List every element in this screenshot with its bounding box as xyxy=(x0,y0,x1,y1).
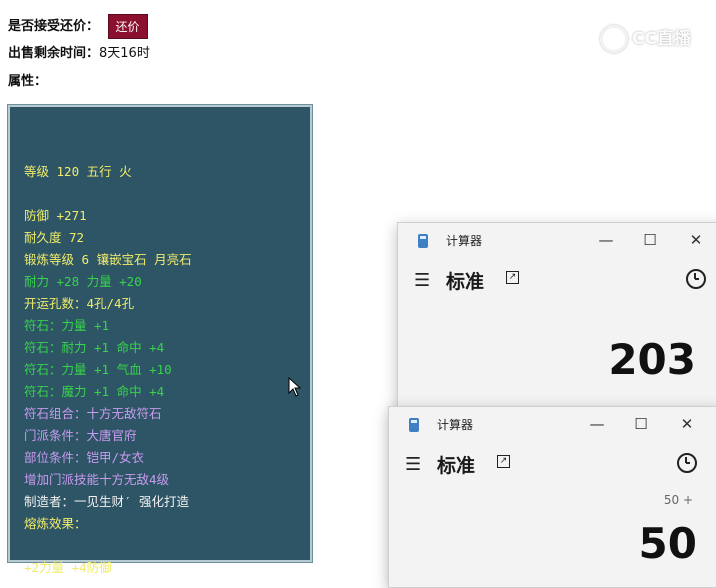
calculator-app-icon xyxy=(409,418,419,432)
attribute-panel: 等级 120 五行 火防御 +271 耐久度 72 锻炼等级 6 镶嵌宝石 月亮石耐… xyxy=(7,104,313,575)
maximize-button[interactable]: ☐ xyxy=(636,229,664,251)
calculator-window-front[interactable]: 计算器 — ☐ ✕ ☰ 标准 ↗ 50 + 50 xyxy=(388,406,716,588)
attribute-line: +2力量 +4防御 xyxy=(24,560,112,575)
attribute-line: 防御 +271 xyxy=(24,208,87,223)
result-display: 203 xyxy=(608,335,696,384)
minimize-button[interactable]: — xyxy=(592,229,620,251)
attribute-line xyxy=(24,139,192,161)
watermark-text: CC直播 xyxy=(632,29,691,49)
attribute-line: 熔炼效果： xyxy=(24,516,87,531)
close-button[interactable]: ✕ xyxy=(673,413,701,435)
time-left-label: 出售剩余时间： xyxy=(8,46,100,61)
attribute-line: 符石组合：十方无敌符石 xyxy=(24,406,162,421)
history-icon[interactable] xyxy=(677,453,697,473)
hamburger-menu-icon[interactable]: ☰ xyxy=(414,270,430,291)
attribute-line: 门派条件：大唐官府 xyxy=(24,428,137,443)
time-left-row: 出售剩余时间：8天16时 xyxy=(8,42,150,61)
attribute-line: 耐久度 72 xyxy=(24,230,85,245)
attribute-line: 符石：力量 +1 气血 +10 xyxy=(24,362,172,377)
title-bar[interactable]: 计算器 — ☐ ✕ xyxy=(398,223,716,257)
attribute-line: 符石：耐力 +1 命中 +4 xyxy=(24,340,165,355)
time-left-value: 8天16时 xyxy=(99,46,150,61)
hamburger-menu-icon[interactable]: ☰ xyxy=(405,454,421,475)
close-button[interactable]: ✕ xyxy=(682,229,710,251)
attribute-line xyxy=(24,535,192,557)
keep-on-top-icon[interactable]: ↗ xyxy=(506,271,519,284)
top-cropped-text: —— —————— xyxy=(230,0,347,7)
attribute-line: 部位条件：铠甲/女衣 xyxy=(24,450,145,465)
watermark-logo-icon xyxy=(600,25,628,53)
attribute-line xyxy=(24,183,192,205)
attributes-label: 属性： xyxy=(8,74,48,89)
keep-on-top-icon[interactable]: ↗ xyxy=(497,455,510,468)
attribute-line: 制造者：一见生财′ 强化打造 xyxy=(24,494,190,509)
mode-row: ☰ 标准 ↗ xyxy=(398,261,716,301)
mouse-cursor-icon xyxy=(288,377,302,397)
attribute-line: 等级 120 五行 火 xyxy=(24,164,132,179)
attribute-line: 符石：魔力 +1 命中 +4 xyxy=(24,384,165,399)
counter-offer-button[interactable]: 还价 xyxy=(107,14,148,39)
result-display: 50 xyxy=(638,519,697,568)
mode-label: 标准 xyxy=(437,455,476,477)
expression-display: 50 + xyxy=(663,493,693,507)
window-title: 计算器 xyxy=(437,418,474,432)
accept-offer-label: 是否接受还价： xyxy=(8,19,100,34)
mode-label: 标准 xyxy=(446,271,485,293)
calculator-app-icon xyxy=(418,234,428,248)
mode-row: ☰ 标准 ↗ xyxy=(389,445,716,485)
attribute-line: 开运孔数：4孔/4孔 xyxy=(24,296,135,311)
attribute-line: 耐力 +28 力量 +20 xyxy=(24,274,142,289)
attribute-line: 增加门派技能十方无敌4级 xyxy=(24,472,170,487)
minimize-button[interactable]: — xyxy=(583,413,611,435)
history-icon[interactable] xyxy=(686,269,706,289)
attribute-line: 锻炼等级 6 镶嵌宝石 月亮石 xyxy=(24,252,192,267)
accept-offer-row: 是否接受还价： 还价 xyxy=(8,14,148,39)
attribute-line: 符石：力量 +1 xyxy=(24,318,110,333)
window-title: 计算器 xyxy=(446,234,483,248)
title-bar[interactable]: 计算器 — ☐ ✕ xyxy=(389,407,716,441)
watermark: CC直播 xyxy=(600,24,691,53)
maximize-button[interactable]: ☐ xyxy=(627,413,655,435)
attribute-list: 等级 120 五行 火防御 +271 耐久度 72 锻炼等级 6 镶嵌宝石 月亮石耐… xyxy=(24,139,192,579)
